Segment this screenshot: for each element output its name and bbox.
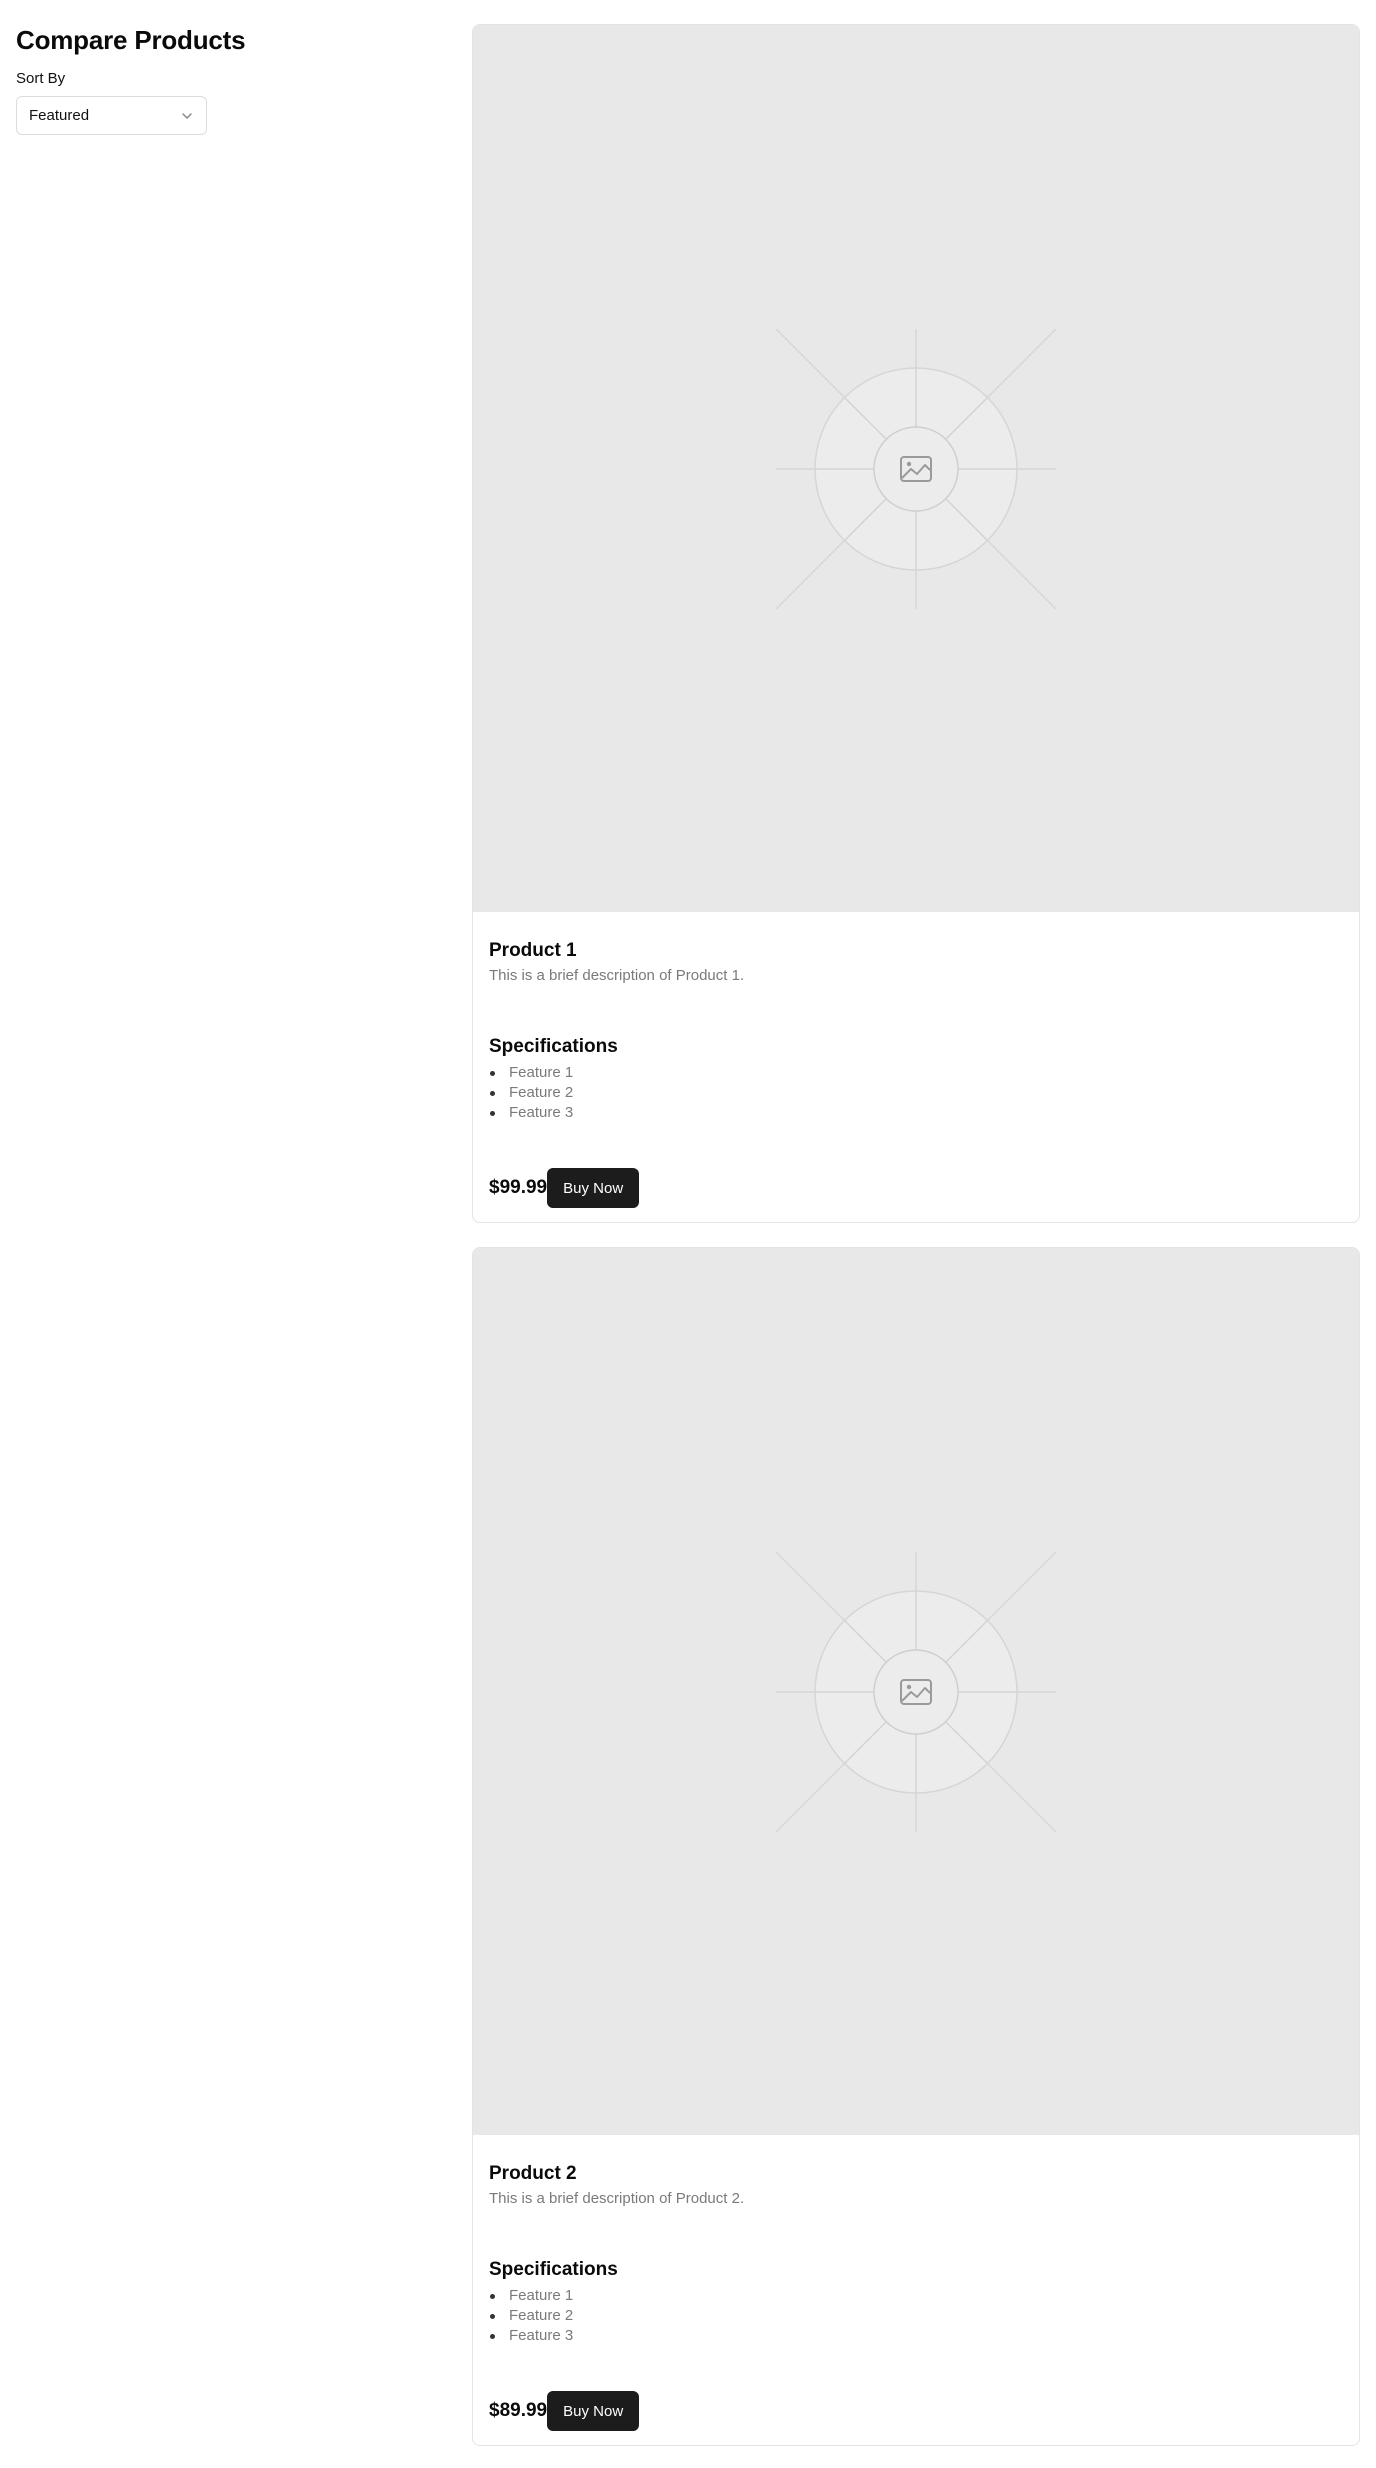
product-price: $99.99 — [489, 1177, 548, 1198]
product-list: Product 1 This is a brief description of… — [472, 24, 1360, 2468]
product-name: Product 1 — [489, 940, 577, 961]
specifications-title: Specifications — [489, 2259, 618, 2280]
product-card-body: Product 2 This is a brief description of… — [473, 2135, 1359, 2445]
image-placeholder-icon — [776, 328, 1056, 609]
product-image — [473, 1248, 1359, 2135]
page-title: Compare Products — [16, 25, 246, 55]
feature-item: Feature 1 — [489, 1063, 1343, 1083]
chevron-down-icon — [180, 109, 194, 123]
product-card-footer: $89.99 Buy Now — [489, 2391, 640, 2431]
feature-item: Feature 3 — [489, 1103, 1343, 1123]
product-card: Product 2 This is a brief description of… — [472, 1247, 1360, 2446]
product-name: Product 2 — [489, 2163, 577, 2184]
product-description: This is a brief description of Product 1… — [489, 967, 745, 984]
product-description: This is a brief description of Product 2… — [489, 2190, 745, 2207]
page: Compare Products Sort By Featured Produc… — [0, 0, 1376, 2468]
product-card-footer: $99.99 Buy Now — [489, 1168, 640, 1208]
buy-now-button[interactable]: Buy Now — [547, 2391, 640, 2431]
image-placeholder-icon — [776, 1551, 1056, 1832]
specifications-title: Specifications — [489, 1036, 618, 1057]
feature-item: Feature 3 — [489, 2326, 1343, 2346]
feature-list: Feature 1 Feature 2 Feature 3 — [489, 1063, 1343, 1123]
feature-item: Feature 2 — [489, 1083, 1343, 1103]
sort-select[interactable]: Featured — [16, 96, 207, 135]
feature-item: Feature 1 — [489, 2286, 1343, 2306]
sort-selected-value: Featured — [29, 107, 90, 124]
sidebar: Compare Products Sort By Featured — [16, 24, 436, 135]
product-card: Product 1 This is a brief description of… — [472, 24, 1360, 1223]
buy-now-button[interactable]: Buy Now — [547, 1168, 640, 1208]
product-image — [473, 25, 1359, 912]
product-card-body: Product 1 This is a brief description of… — [473, 912, 1359, 1222]
product-price: $89.99 — [489, 2400, 548, 2421]
sort-label: Sort By — [16, 70, 66, 87]
feature-item: Feature 2 — [489, 2306, 1343, 2326]
feature-list: Feature 1 Feature 2 Feature 3 — [489, 2286, 1343, 2346]
